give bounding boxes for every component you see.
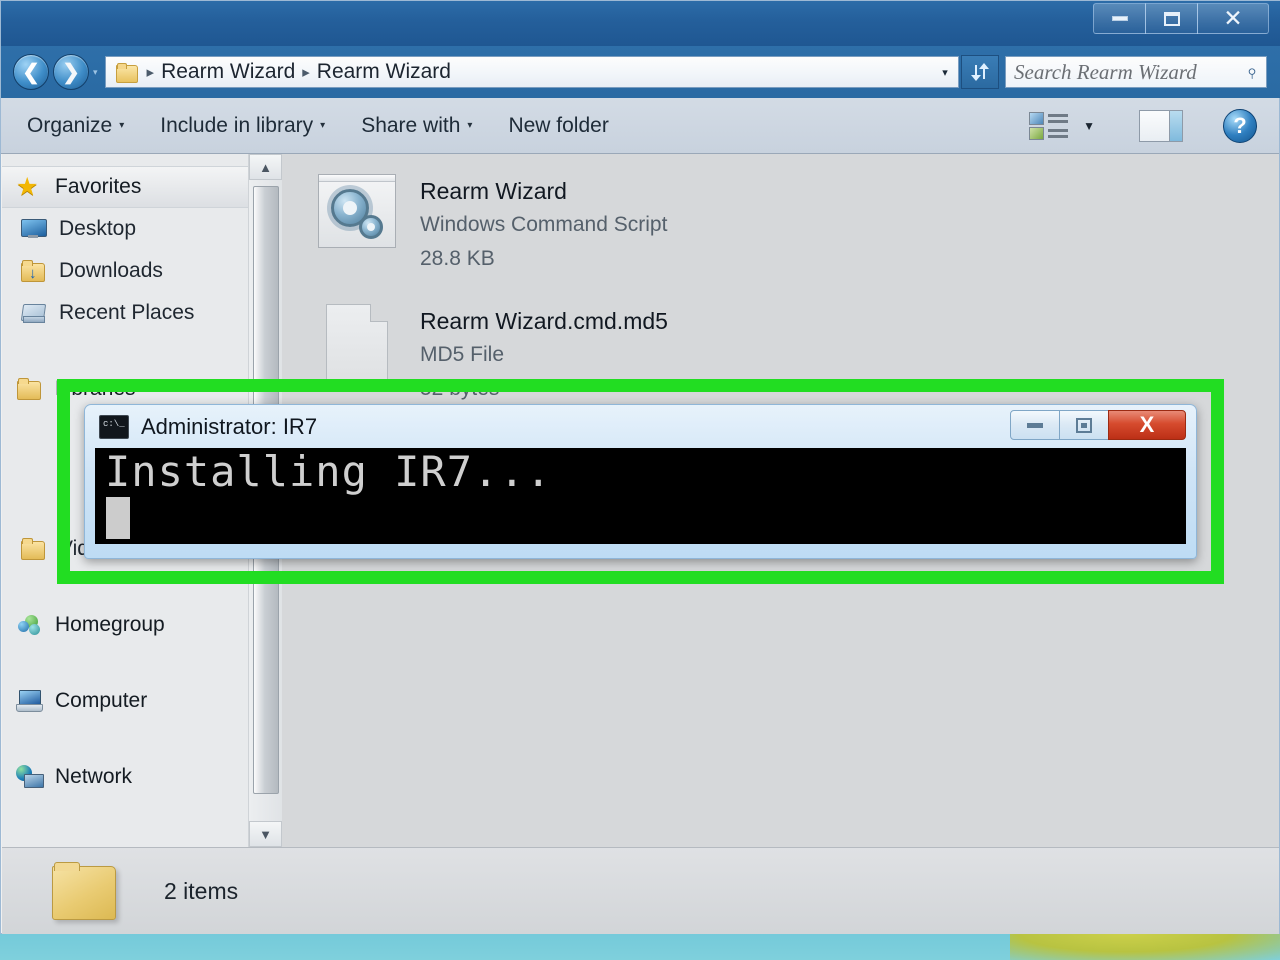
breadcrumb-separator-icon-2[interactable]: ▸ (302, 63, 310, 81)
new-folder-label: New folder (508, 113, 609, 137)
address-bar-row: ❮ ❯ ▾ ▸ Rearm Wizard ▸ Rearm Wizard ▾ Se… (1, 46, 1280, 98)
nav-gap-1 (2, 334, 282, 368)
sidebar-item-network[interactable]: Network (2, 756, 282, 798)
file-name-2: Rearm Wizard.cmd.md5 (420, 308, 668, 334)
screen: ✕ ❮ ❯ ▾ ▸ Rearm Wizard ▸ Rearm Wizard ▾ (0, 0, 1280, 960)
wallpaper-glow (1010, 930, 1280, 960)
sidebar-item-downloads[interactable]: ↓ Downloads (2, 250, 282, 292)
sidebar-label-computer: Computer (55, 689, 148, 712)
command-script-icon (312, 168, 402, 258)
nav-gap-4 (2, 722, 282, 756)
sidebar-label-homegroup: Homegroup (55, 613, 165, 636)
console-title: Administrator: IR7 (141, 413, 318, 439)
window-titlebar: ✕ (1, 1, 1280, 46)
console-output-area[interactable]: Installing IR7... (95, 448, 1186, 544)
sidebar-label-network: Network (55, 765, 133, 788)
file-name: Rearm Wizard (420, 178, 567, 204)
maximize-button[interactable] (1145, 3, 1198, 34)
minimize-icon (1111, 16, 1128, 21)
file-type-2: MD5 File (420, 343, 505, 366)
console-icon (99, 414, 129, 439)
library-icon (16, 377, 42, 401)
share-with-button[interactable]: Share with ▾ (351, 108, 482, 144)
change-view-icon[interactable] (1029, 111, 1071, 141)
recent-pages-caret-icon[interactable]: ▾ (93, 67, 98, 78)
scroll-up-button[interactable]: ▲ (249, 154, 282, 180)
help-button[interactable]: ? (1223, 108, 1257, 143)
videos-icon (20, 537, 46, 561)
address-dropdown-icon[interactable]: ▾ (932, 66, 958, 79)
chevron-down-icon: ▾ (119, 120, 125, 131)
breadcrumb-separator-icon[interactable]: ▸ (147, 63, 155, 81)
sidebar-item-favorites[interactable]: ★ Favorites (2, 166, 282, 208)
folder-download-icon: ↓ (20, 259, 46, 283)
chevron-down-icon-2: ▾ (320, 120, 326, 131)
recent-places-icon (20, 301, 46, 325)
include-in-library-button[interactable]: Include in library ▾ (150, 108, 335, 144)
nav-gap-3 (2, 646, 282, 680)
preview-pane-button[interactable] (1139, 109, 1183, 142)
forward-button[interactable]: ❯ (53, 54, 89, 90)
organize-button[interactable]: Organize ▾ (17, 108, 134, 144)
organize-label: Organize (27, 113, 113, 137)
breadcrumb-item-1[interactable]: Rearm Wizard (161, 60, 295, 84)
sidebar-item-desktop[interactable]: Desktop (2, 208, 282, 250)
generic-file-icon (312, 298, 402, 388)
file-item-rearm-wizard[interactable]: Rearm Wizard Windows Command Script 28.8… (282, 154, 1279, 276)
item-count-label: 2 items (164, 877, 239, 904)
refresh-button[interactable] (961, 55, 999, 89)
window-controls: ✕ (1093, 3, 1269, 34)
sidebar-item-recent-places[interactable]: Recent Places (2, 292, 282, 334)
include-in-library-label: Include in library (160, 113, 314, 137)
sidebar-label-desktop: Desktop (59, 217, 137, 240)
view-dropdown-caret-icon[interactable]: ▼ (1083, 119, 1095, 133)
sidebar-item-homegroup[interactable]: Homegroup (2, 604, 282, 646)
monitor-icon (20, 217, 47, 241)
close-button[interactable]: ✕ (1197, 3, 1269, 34)
command-toolbar: Organize ▾ Include in library ▾ Share wi… (1, 98, 1279, 154)
homegroup-icon (16, 613, 42, 637)
back-button[interactable]: ❮ (13, 54, 49, 90)
console-window-controls: X (1010, 410, 1186, 440)
refresh-icon (971, 63, 989, 81)
console-output-line: Installing IR7... (105, 448, 552, 496)
network-icon (16, 765, 44, 789)
folder-icon-large (44, 858, 134, 924)
search-box[interactable]: Search Rearm Wizard ⌕ (1005, 56, 1267, 88)
search-input[interactable]: Search Rearm Wizard (1014, 60, 1247, 85)
file-type: Windows Command Script (420, 213, 668, 236)
breadcrumb-item-2[interactable]: Rearm Wizard (317, 60, 451, 84)
minimize-button[interactable] (1093, 3, 1146, 34)
navigation-buttons: ❮ ❯ ▾ (13, 54, 103, 90)
console-minimize-button[interactable] (1010, 410, 1060, 440)
sidebar-label-downloads: Downloads (59, 259, 163, 282)
command-prompt-window[interactable]: Administrator: IR7 X Installing IR7... (84, 404, 1197, 559)
address-bar[interactable]: ▸ Rearm Wizard ▸ Rearm Wizard ▾ (104, 56, 959, 88)
maximize-icon-2 (1076, 417, 1092, 433)
minimize-icon-2 (1027, 422, 1043, 428)
sidebar-item-computer[interactable]: Computer (2, 680, 282, 722)
share-with-label: Share with (361, 113, 461, 137)
star-icon: ★ (16, 173, 39, 201)
scroll-down-button[interactable]: ▼ (249, 821, 282, 847)
status-bar: 2 items (2, 847, 1279, 934)
maximize-icon (1163, 11, 1180, 26)
file-size: 28.8 KB (420, 247, 495, 270)
new-folder-button[interactable]: New folder (498, 108, 618, 144)
sidebar-label-recent-places: Recent Places (59, 301, 195, 324)
folder-icon (115, 62, 138, 83)
computer-icon (16, 689, 43, 713)
console-titlebar: Administrator: IR7 X (85, 405, 1196, 448)
console-maximize-button[interactable] (1059, 410, 1109, 440)
chevron-down-icon-3: ▾ (467, 120, 473, 131)
console-cursor (106, 497, 130, 539)
sidebar-label-favorites: Favorites (55, 175, 142, 198)
file-info: Rearm Wizard Windows Command Script 28.8… (420, 168, 667, 276)
console-close-button[interactable]: X (1108, 410, 1186, 440)
